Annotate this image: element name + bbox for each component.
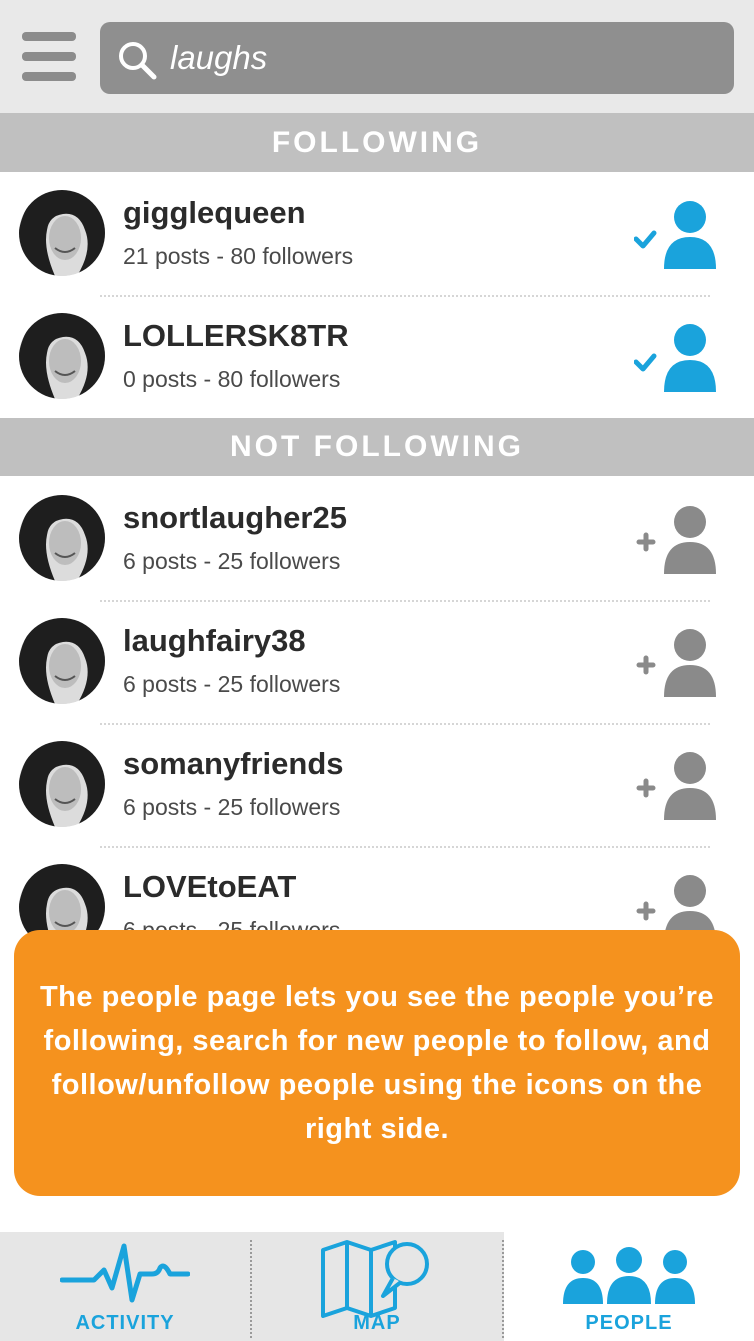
username: laughfairy38 bbox=[123, 623, 306, 658]
tab-activity-label: ACTIVITY bbox=[75, 1312, 175, 1334]
follow-user-plus-icon[interactable] bbox=[634, 627, 720, 699]
list-item[interactable]: snortlaugher25 6 posts - 25 followers bbox=[0, 478, 754, 602]
hamburger-menu-icon[interactable] bbox=[22, 32, 78, 82]
username: gigglequeen bbox=[123, 195, 306, 230]
list-item[interactable]: LOLLERSK8TR 0 posts - 80 followers bbox=[0, 296, 754, 420]
username: somanyfriends bbox=[123, 746, 344, 781]
avatar bbox=[19, 495, 105, 581]
following-section-header: FOLLOWING bbox=[0, 113, 754, 172]
bottom-nav: ACTIVITY MAP PEOPLE bbox=[0, 1232, 754, 1341]
map-icon bbox=[321, 1240, 429, 1318]
avatar bbox=[19, 741, 105, 827]
search-icon bbox=[119, 42, 157, 80]
list-item[interactable]: gigglequeen 21 posts - 80 followers bbox=[0, 173, 754, 297]
user-stats: 21 posts - 80 followers bbox=[123, 243, 354, 269]
follow-user-plus-icon[interactable] bbox=[634, 504, 720, 576]
top-bar bbox=[0, 0, 754, 113]
not-following-section-header: NOT FOLLOWING bbox=[0, 418, 754, 476]
tip-text: The people page lets you see the people … bbox=[39, 981, 715, 1145]
follow-user-plus-icon[interactable] bbox=[634, 750, 720, 822]
user-stats: 0 posts - 80 followers bbox=[123, 366, 341, 392]
user-stats: 6 posts - 25 followers bbox=[123, 794, 341, 820]
people-group-icon bbox=[563, 1247, 695, 1304]
user-stats: 6 posts - 25 followers bbox=[123, 671, 341, 697]
search-box[interactable] bbox=[100, 22, 734, 94]
tip-overlay[interactable]: The people page lets you see the people … bbox=[14, 930, 740, 1196]
avatar bbox=[19, 618, 105, 704]
username: LOVEtoEAT bbox=[123, 869, 297, 904]
avatar bbox=[19, 190, 105, 276]
username: LOLLERSK8TR bbox=[123, 318, 349, 353]
tab-activity[interactable]: ACTIVITY bbox=[0, 1232, 250, 1341]
list-item[interactable]: laughfairy38 6 posts - 25 followers bbox=[0, 601, 754, 725]
avatar bbox=[19, 313, 105, 399]
username: snortlaugher25 bbox=[123, 500, 347, 535]
tab-people-label: PEOPLE bbox=[585, 1312, 673, 1334]
search-input[interactable] bbox=[170, 32, 710, 84]
list-item[interactable]: somanyfriends 6 posts - 25 followers bbox=[0, 724, 754, 848]
activity-pulse-icon bbox=[60, 1243, 190, 1303]
tab-people[interactable]: PEOPLE bbox=[504, 1232, 754, 1341]
tab-map[interactable]: MAP bbox=[252, 1232, 502, 1341]
unfollow-user-check-icon[interactable] bbox=[633, 322, 720, 394]
tab-map-label: MAP bbox=[353, 1312, 401, 1334]
user-stats: 6 posts - 25 followers bbox=[123, 548, 341, 574]
unfollow-user-check-icon[interactable] bbox=[633, 199, 720, 271]
